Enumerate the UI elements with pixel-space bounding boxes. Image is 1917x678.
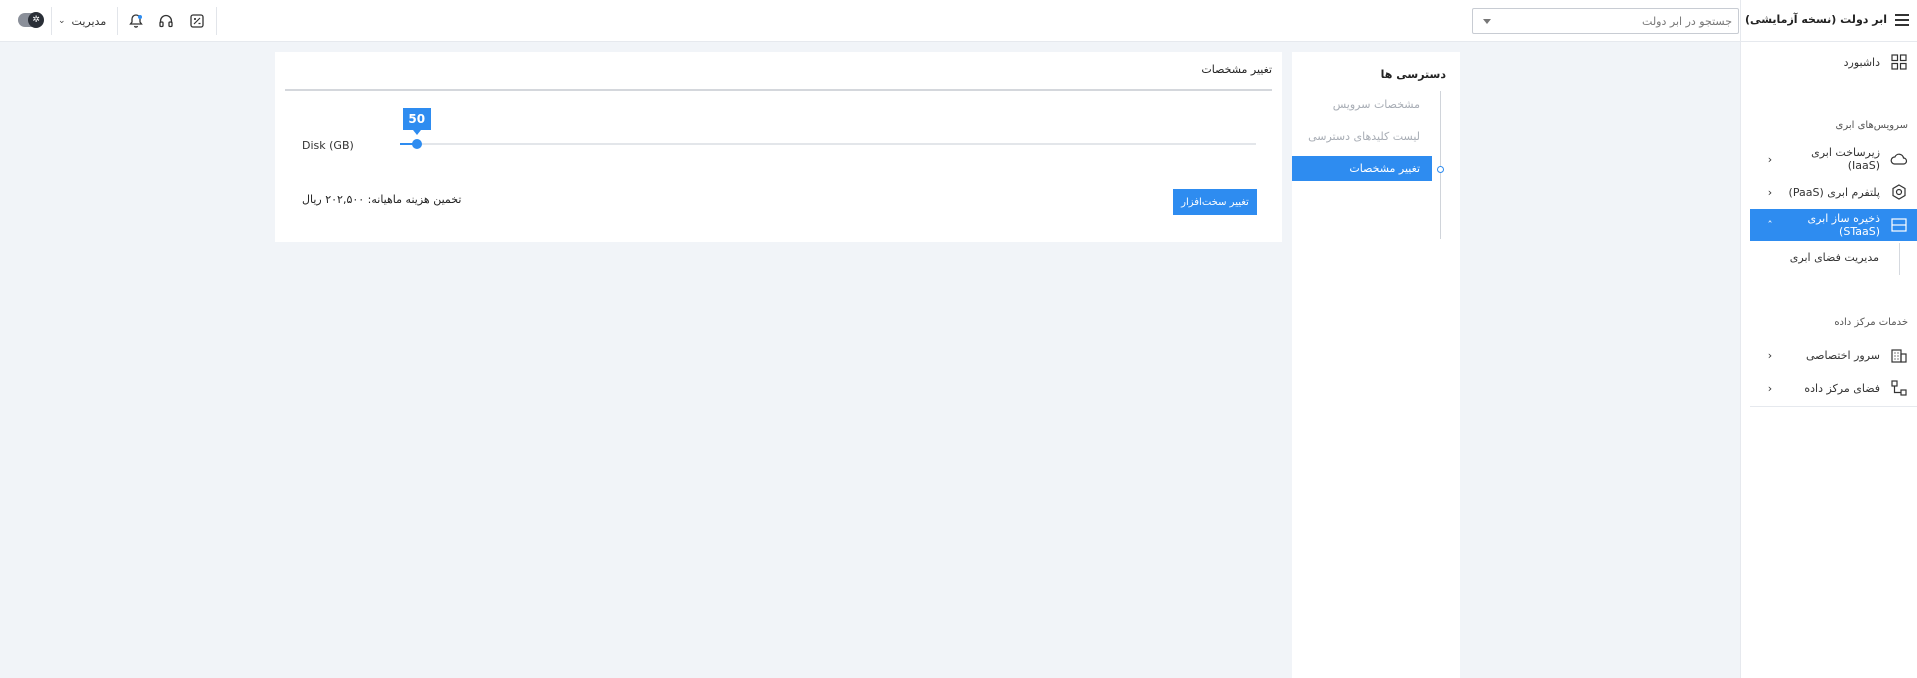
sidebar-item-dedicated-server[interactable]: سرور اختصاصی ‹ — [1750, 339, 1917, 371]
access-panel-title: دسترسی ها — [1380, 68, 1446, 81]
sidebar-item-label: داشبورد — [1843, 55, 1880, 69]
access-timeline-line — [1440, 91, 1441, 239]
sidebar-item-label: پلتفرم ابری (PaaS) — [1788, 185, 1880, 199]
disk-slider-thumb[interactable] — [411, 139, 422, 149]
active-step-dot — [1437, 166, 1444, 173]
calculator-icon[interactable] — [187, 11, 207, 31]
sidebar-item-iaas[interactable]: زیرساخت ابری (IaaS) ‹ — [1750, 143, 1917, 175]
brand-title: ابر دولت (نسخه آزمایشی) — [1745, 13, 1887, 26]
sidebar-item-label: سرور اختصاصی — [1806, 348, 1880, 362]
theme-toggle-icon: ✲ — [28, 12, 44, 28]
search-box[interactable] — [1472, 8, 1739, 34]
cloud-services-heading: سرویس‌های ابری — [1835, 120, 1909, 131]
header-divider — [216, 7, 217, 35]
access-panel: دسترسی ها مشخصات سرویس لیست کلیدهای دستر… — [1292, 52, 1460, 678]
sidebar-item-paas[interactable]: پلتفرم ابری (PaaS) ‹ — [1750, 176, 1917, 208]
storage-icon — [1888, 214, 1910, 236]
chevron-down-icon: ⌄ — [58, 16, 66, 26]
sidebar-subitem-cloud-space[interactable]: مدیریت فضای ابری — [1790, 251, 1879, 264]
submenu-line — [1899, 243, 1900, 275]
dashboard-grid-icon — [1888, 51, 1910, 73]
chevron-up-icon: ˆ — [1767, 218, 1773, 232]
card-title: تغییر مشخصات — [1201, 63, 1272, 76]
access-item-change-specs[interactable]: تغییر مشخصات — [1292, 156, 1432, 181]
card-divider — [285, 89, 1272, 91]
search-input[interactable] — [1496, 9, 1732, 33]
headset-support-icon[interactable] — [156, 11, 176, 31]
disk-slider[interactable]: 50 — [400, 108, 1256, 149]
disk-value-tooltip: 50 — [402, 108, 431, 135]
datacenter-heading: خدمات مرکز داده — [1834, 317, 1908, 328]
chevron-left-icon: ‹ — [1767, 381, 1773, 395]
top-header: ✲ ⌄ مدیریت — [0, 0, 1740, 42]
sidebar-item-staas[interactable]: ذخیره ساز ابری (STaaS) ˆ — [1750, 209, 1917, 241]
theme-toggle[interactable]: ✲ — [18, 12, 44, 28]
chevron-left-icon: ‹ — [1767, 348, 1773, 362]
sidebar: ابر دولت (نسخه آزمایشی) داشبورد سرویس‌ها… — [1740, 0, 1917, 678]
monthly-cost-estimate: تخمین هزینه ماهیانه: ۲۰۲,۵۰۰ ریال — [302, 193, 462, 206]
change-hardware-button[interactable]: تغییر سخت‌افزار — [1173, 189, 1257, 215]
header-divider — [51, 7, 52, 35]
network-nodes-icon — [1888, 377, 1910, 399]
platform-hexagon-icon — [1888, 181, 1910, 203]
sidebar-item-datacenter-space[interactable]: فضای مرکز داده ‹ — [1750, 372, 1917, 404]
access-item-access-keys[interactable]: لیست کلیدهای دسترسی — [1292, 124, 1432, 149]
admin-label: مدیریت — [71, 14, 107, 28]
caret-down-icon — [1483, 19, 1491, 24]
access-item-service-specs[interactable]: مشخصات سرویس — [1292, 92, 1432, 117]
chevron-left-icon: ‹ — [1767, 185, 1773, 199]
admin-dropdown[interactable]: ⌄ مدیریت — [58, 13, 106, 29]
chevron-left-icon: ‹ — [1767, 152, 1773, 166]
sidebar-item-label: ذخیره ساز ابری (STaaS) — [1807, 212, 1880, 238]
brand-bar: ابر دولت (نسخه آزمایشی) — [1740, 0, 1917, 42]
header-divider — [117, 7, 118, 35]
disk-label: Disk (GB) — [302, 139, 354, 152]
building-icon — [1888, 344, 1910, 366]
sidebar-item-dashboard[interactable]: داشبورد — [1750, 46, 1917, 78]
hamburger-menu-icon[interactable] — [1895, 14, 1909, 26]
notification-bell-icon[interactable] — [126, 11, 146, 31]
sidebar-item-label: زیرساخت ابری (IaaS) — [1811, 146, 1880, 172]
cloud-icon — [1888, 148, 1910, 170]
change-specs-card: تغییر مشخصات Disk (GB) 50 تخمین هزینه ما… — [275, 52, 1282, 242]
sidebar-item-label: فضای مرکز داده — [1804, 381, 1880, 395]
sidebar-divider — [1750, 406, 1917, 407]
